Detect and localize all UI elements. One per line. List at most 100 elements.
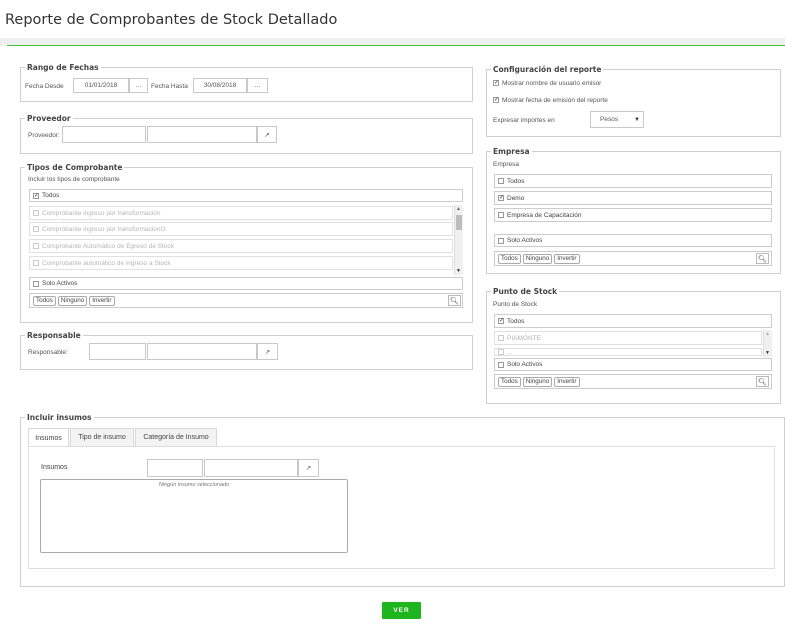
punto-solo-activos-row[interactable]: Solo Activos	[494, 358, 772, 371]
proveedor-code-input[interactable]	[62, 126, 146, 143]
proveedor-open-button[interactable]: ↗	[257, 126, 277, 143]
punto-item[interactable]: PIAMONTE	[494, 331, 762, 345]
mostrar-fecha-option[interactable]: ✓ Mostrar fecha de emisión del reporte	[493, 97, 608, 104]
empresa-todos-row[interactable]: Todos	[494, 174, 772, 188]
checkbox-icon	[33, 260, 39, 266]
tab-insumos[interactable]: Insumos	[28, 428, 69, 447]
scroll-up-icon[interactable]: ▲	[456, 206, 461, 212]
fecha-desde-picker-button[interactable]: ...	[129, 78, 148, 93]
empresa-item-label: Demo	[507, 194, 525, 202]
tipos-scrollbar[interactable]: ▲ ▼	[454, 205, 463, 275]
external-link-icon: ↗	[305, 465, 312, 472]
checkbox-checked-icon: ✓	[498, 195, 505, 201]
tipos-item[interactable]: Comprobante ingreso por transformacionO	[29, 222, 453, 236]
scroll-up-icon[interactable]: ▲	[765, 331, 770, 337]
punto-todos-label: Todos	[507, 317, 525, 325]
tipos-item[interactable]: Comprobante Automático de Egreso de Stoc…	[29, 239, 453, 253]
punto-stock-legend: Punto de Stock	[491, 287, 560, 296]
tipos-item[interactable]: Comprobante ingreso por transformación	[29, 206, 453, 220]
select-all-button[interactable]: Todos	[33, 295, 56, 306]
proveedor-legend: Proveedor	[25, 114, 73, 123]
punto-item[interactable]: ...	[494, 348, 762, 356]
tipos-item[interactable]: Comprobante automático de ingreso a Stoc…	[29, 256, 453, 270]
insumos-open-button[interactable]: ↗	[298, 459, 319, 477]
checkbox-checked-icon[interactable]: ✓	[493, 97, 499, 104]
insumos-legend: Incluir insumos	[25, 413, 94, 422]
select-none-button[interactable]: Ninguno	[57, 295, 88, 306]
tipos-todos-label: Todos	[42, 192, 60, 199]
tipos-item-label: Comprobante Automático de Egreso de Stoc…	[42, 242, 174, 250]
insumos-name-input[interactable]	[204, 459, 298, 477]
empresa-solo-activos-row[interactable]: Solo Activos	[494, 234, 772, 247]
empresa-todos-label: Todos	[507, 177, 525, 185]
search-icon: 🔍︎	[758, 378, 767, 386]
search-icon: 🔍︎	[758, 255, 767, 263]
punto-item-label: PIAMONTE	[507, 334, 541, 342]
mostrar-usuario-option[interactable]: ✓ Mostrar nombre de usuario emisor	[493, 80, 601, 87]
punto-stock-subtitle: Punto de Stock	[493, 301, 538, 308]
punto-search-button[interactable]: 🔍︎	[756, 376, 769, 387]
empresa-item-label: Empresa de Capacitación	[507, 211, 582, 219]
checkbox-icon	[33, 210, 39, 216]
page-title: Reporte de Comprobantes de Stock Detalla…	[5, 12, 338, 28]
punto-selector-bar: Todos Ninguno Invertir	[494, 374, 772, 389]
responsable-legend: Responsable	[25, 331, 83, 340]
tipos-scroll-thumb[interactable]	[456, 215, 462, 230]
checkbox-icon	[498, 335, 504, 341]
tipos-solo-activos-row[interactable]: Solo Activos	[29, 277, 463, 290]
checkbox-icon	[33, 243, 39, 249]
punto-todos-row[interactable]: ✓ Todos	[494, 314, 772, 328]
fecha-desde-label: Fecha Desde	[25, 83, 64, 90]
punto-solo-activos-label: Solo Activos	[507, 361, 543, 368]
punto-scrollbar[interactable]: ▲ ▼	[763, 330, 772, 357]
tipos-search-button[interactable]: 🔍︎	[448, 295, 461, 306]
importes-value: Pesos	[600, 116, 619, 123]
proveedor-name-input[interactable]	[147, 126, 257, 143]
mostrar-fecha-label: Mostrar fecha de emisión del reporte	[502, 97, 608, 104]
checkbox-icon	[498, 361, 504, 368]
select-none-button[interactable]: Ninguno	[522, 376, 553, 387]
tipos-solo-activos-label: Solo Activos	[42, 280, 78, 287]
scroll-down-icon[interactable]: ▼	[456, 268, 461, 274]
empresa-item[interactable]: Empresa de Capacitación	[494, 208, 772, 222]
importes-select[interactable]: Pesos ▼	[590, 111, 644, 128]
checkbox-checked-icon[interactable]: ✓	[493, 80, 499, 87]
tipos-todos-row[interactable]: ✓ Todos	[29, 189, 463, 202]
checkbox-icon	[33, 280, 39, 287]
invert-selection-button[interactable]: Invertir	[554, 253, 580, 264]
mostrar-usuario-label: Mostrar nombre de usuario emisor	[502, 80, 602, 87]
responsable-name-input[interactable]	[147, 343, 257, 360]
insumos-code-input[interactable]	[147, 459, 203, 477]
select-none-button[interactable]: Ninguno	[522, 253, 553, 264]
insumos-selected-list[interactable]: Ningún insumo seleccionado	[40, 479, 348, 553]
responsable-code-input[interactable]	[89, 343, 146, 360]
tipos-item-label: Comprobante ingreso por transformacionO	[42, 225, 166, 233]
fecha-hasta-picker-button[interactable]: ...	[247, 78, 268, 93]
tipos-subtitle: Incluir los tipos de comprobante	[28, 176, 120, 183]
select-all-button[interactable]: Todos	[498, 376, 521, 387]
importes-label: Expresar importes en	[493, 117, 555, 124]
tab-categoria-insumo[interactable]: Categoría de Insumo	[135, 428, 217, 446]
empresa-item[interactable]: ✓ Demo	[494, 191, 772, 205]
select-all-button[interactable]: Todos	[498, 253, 521, 264]
checkbox-icon	[498, 178, 504, 184]
ver-button[interactable]: VER	[382, 602, 421, 619]
tab-tipo-insumo[interactable]: Tipo de insumo	[70, 428, 134, 446]
external-link-icon: ↗	[264, 348, 271, 356]
fecha-hasta-input[interactable]: 30/08/2018	[193, 78, 247, 93]
invert-selection-button[interactable]: Invertir	[89, 295, 115, 306]
responsable-open-button[interactable]: ↗	[257, 343, 278, 360]
tipos-comprobante-legend: Tipos de Comprobante	[25, 163, 125, 172]
invert-selection-button[interactable]: Invertir	[554, 376, 580, 387]
empresa-search-button[interactable]: 🔍︎	[756, 253, 769, 264]
checkbox-icon	[498, 212, 504, 218]
scroll-down-icon[interactable]: ▼	[765, 350, 770, 356]
empresa-selector-bar: Todos Ninguno Invertir	[494, 251, 772, 266]
insumos-label: Insumos	[41, 464, 68, 471]
insumos-empty-text: Ningún insumo seleccionado	[158, 482, 230, 488]
proveedor-label: Proveedor:	[28, 132, 60, 139]
empresa-legend: Empresa	[491, 147, 532, 156]
fecha-desde-input[interactable]: 01/01/2018	[73, 78, 129, 93]
checkbox-icon	[498, 349, 504, 355]
tipos-item-label: Comprobante ingreso por transformación	[42, 209, 161, 217]
